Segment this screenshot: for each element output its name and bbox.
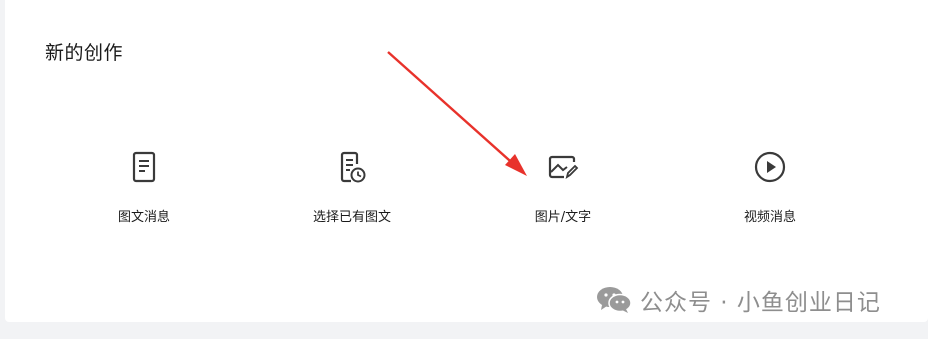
wechat-icon xyxy=(597,287,632,313)
option-article[interactable]: 图文消息 xyxy=(54,150,234,225)
creation-panel: 新的创作 图文消息 选择已有图文 图片/文字 视频消息 xyxy=(5,0,928,322)
document-icon xyxy=(132,151,156,183)
option-label: 选择已有图文 xyxy=(312,210,391,225)
option-label: 图文消息 xyxy=(117,210,170,225)
option-existing-article[interactable]: 选择已有图文 xyxy=(262,150,442,225)
document-clock-icon xyxy=(340,151,366,183)
play-circle-icon xyxy=(754,151,786,183)
option-video[interactable]: 视频消息 xyxy=(680,150,860,225)
section-title: 新的创作 xyxy=(45,42,124,64)
watermark-text: 公众号 · 小鱼创业日记 xyxy=(640,290,881,316)
option-label: 视频消息 xyxy=(743,210,796,225)
option-image-text[interactable]: 图片/文字 xyxy=(473,150,653,225)
option-label: 图片/文字 xyxy=(534,210,592,225)
image-edit-icon xyxy=(548,155,579,180)
watermark: 公众号 · 小鱼创业日记 xyxy=(596,283,881,317)
